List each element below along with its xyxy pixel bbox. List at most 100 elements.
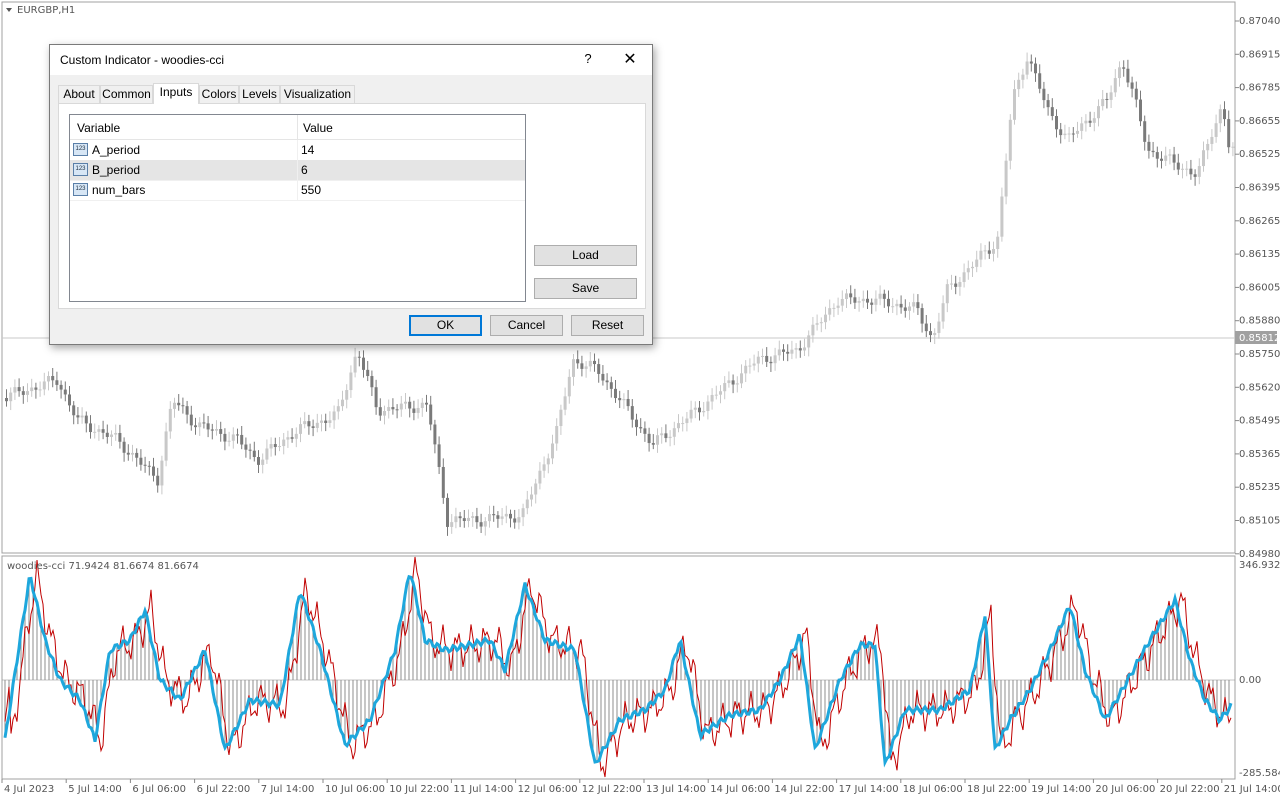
price-tick-label: 0.86395 xyxy=(1239,183,1280,194)
candle-body xyxy=(605,380,609,383)
candle-body xyxy=(551,443,554,459)
time-tick-label: 6 Jul 06:00 xyxy=(132,784,186,795)
candle-body xyxy=(681,423,685,425)
candle-body xyxy=(80,415,84,418)
tab-visualization[interactable]: Visualization xyxy=(280,85,355,103)
candle-body xyxy=(1147,141,1151,151)
candle-body xyxy=(580,363,584,369)
tab-levels[interactable]: Levels xyxy=(239,85,280,103)
candle-body xyxy=(286,437,290,440)
candle-body xyxy=(341,399,344,407)
candle-body xyxy=(635,419,638,428)
candle-body xyxy=(1122,67,1126,69)
candle-body xyxy=(194,425,197,428)
candle-body xyxy=(47,376,50,382)
candle-body xyxy=(899,303,903,308)
close-icon[interactable]: ✕ xyxy=(618,49,642,71)
custom-indicator-dialog[interactable]: Custom Indicator - woodies-cci ? ✕ About… xyxy=(49,44,653,345)
column-separator[interactable] xyxy=(297,115,298,139)
candle-body xyxy=(656,435,659,445)
input-row-a-period[interactable]: 123 A_period 14 xyxy=(70,140,525,161)
help-icon[interactable]: ? xyxy=(578,51,598,69)
price-axis[interactable]: 0.87040 0.86915 0.86785 0.86655 0.86525 0.863… xyxy=(1235,16,1280,560)
candle-body xyxy=(958,282,962,287)
candle-body xyxy=(1223,109,1226,120)
candle-body xyxy=(332,411,336,421)
grid-header: Variable Value xyxy=(70,115,525,140)
time-axis[interactable]: 4 Jul 2023 5 Jul 14:00 6 Jul 06:00 6 Jul 22… xyxy=(1,779,1280,795)
current-price-value: 0.85812 xyxy=(1239,333,1280,344)
indicator-axis-bottom: -285.5848 xyxy=(1239,768,1280,779)
candle-body xyxy=(567,376,571,397)
time-tick-label: 14 Jul 22:00 xyxy=(774,784,834,795)
load-button[interactable]: Load xyxy=(534,245,637,266)
price-tick-label: 0.84980 xyxy=(1239,549,1280,560)
column-value[interactable]: Value xyxy=(303,121,333,135)
candle-body xyxy=(446,497,449,527)
candle-body xyxy=(353,356,357,373)
candle-body xyxy=(299,424,302,434)
tab-common[interactable]: Common xyxy=(100,85,153,103)
column-variable[interactable]: Variable xyxy=(77,121,120,135)
candle-body xyxy=(777,349,781,356)
cancel-button[interactable]: Cancel xyxy=(490,315,563,336)
candle-body xyxy=(1025,61,1029,75)
save-button[interactable]: Save xyxy=(534,278,637,299)
candle-body xyxy=(962,272,966,283)
input-value[interactable]: 550 xyxy=(301,183,321,197)
tab-colors[interactable]: Colors xyxy=(199,85,239,103)
candle-body xyxy=(756,356,760,364)
candle-body xyxy=(538,470,542,484)
ok-button[interactable]: OK xyxy=(409,315,482,336)
candle-body xyxy=(114,432,118,435)
candle-body xyxy=(248,449,252,451)
inputs-grid[interactable]: Variable Value 123 A_period 14 123 B_per… xyxy=(69,114,526,302)
candle-body xyxy=(824,314,827,323)
input-value[interactable]: 14 xyxy=(301,143,314,157)
candle-body xyxy=(1067,133,1071,135)
candle-body xyxy=(887,298,890,307)
candle-body xyxy=(76,415,80,418)
candle-body xyxy=(433,424,437,445)
candle-body xyxy=(1038,73,1042,89)
candle-body xyxy=(643,428,647,434)
tab-about[interactable]: About xyxy=(58,85,100,103)
candle-body xyxy=(1118,67,1121,79)
candle-body xyxy=(815,323,819,325)
candle-body xyxy=(261,459,265,465)
candle-body xyxy=(164,431,168,461)
candle-body xyxy=(173,402,176,409)
candle-body xyxy=(517,517,521,523)
candle-body xyxy=(798,348,802,351)
candle-body xyxy=(618,398,622,401)
candle-body xyxy=(202,422,206,424)
price-tick-label: 0.87040 xyxy=(1239,16,1280,27)
reset-button[interactable]: Reset xyxy=(571,315,644,336)
candle-body xyxy=(622,398,626,401)
candle-body xyxy=(336,406,340,412)
time-tick-label: 6 Jul 22:00 xyxy=(197,784,251,795)
candle-body xyxy=(731,380,735,385)
tab-inputs[interactable]: Inputs xyxy=(153,83,199,104)
candle-body xyxy=(282,439,286,447)
dialog-titlebar[interactable]: Custom Indicator - woodies-cci ? ✕ xyxy=(50,45,652,75)
candle-body xyxy=(488,514,491,522)
input-value[interactable]: 6 xyxy=(301,163,308,177)
candle-body xyxy=(374,387,378,408)
input-row-b-period[interactable]: 123 B_period 6 xyxy=(70,160,525,181)
candle-body xyxy=(950,283,953,285)
candle-body xyxy=(93,431,97,433)
candle-body xyxy=(42,381,46,390)
candle-body xyxy=(399,403,403,410)
price-tick-label: 0.86915 xyxy=(1239,49,1280,60)
candle-body xyxy=(387,407,391,411)
candle-body xyxy=(954,283,958,287)
candle-body xyxy=(803,347,806,351)
candle-body xyxy=(450,522,454,527)
candle-body xyxy=(992,249,995,254)
candle-body xyxy=(1109,92,1113,100)
candle-body xyxy=(219,429,223,434)
candle-body xyxy=(769,361,773,364)
candle-body xyxy=(723,383,727,392)
input-row-num-bars[interactable]: 123 num_bars 550 xyxy=(70,180,525,201)
